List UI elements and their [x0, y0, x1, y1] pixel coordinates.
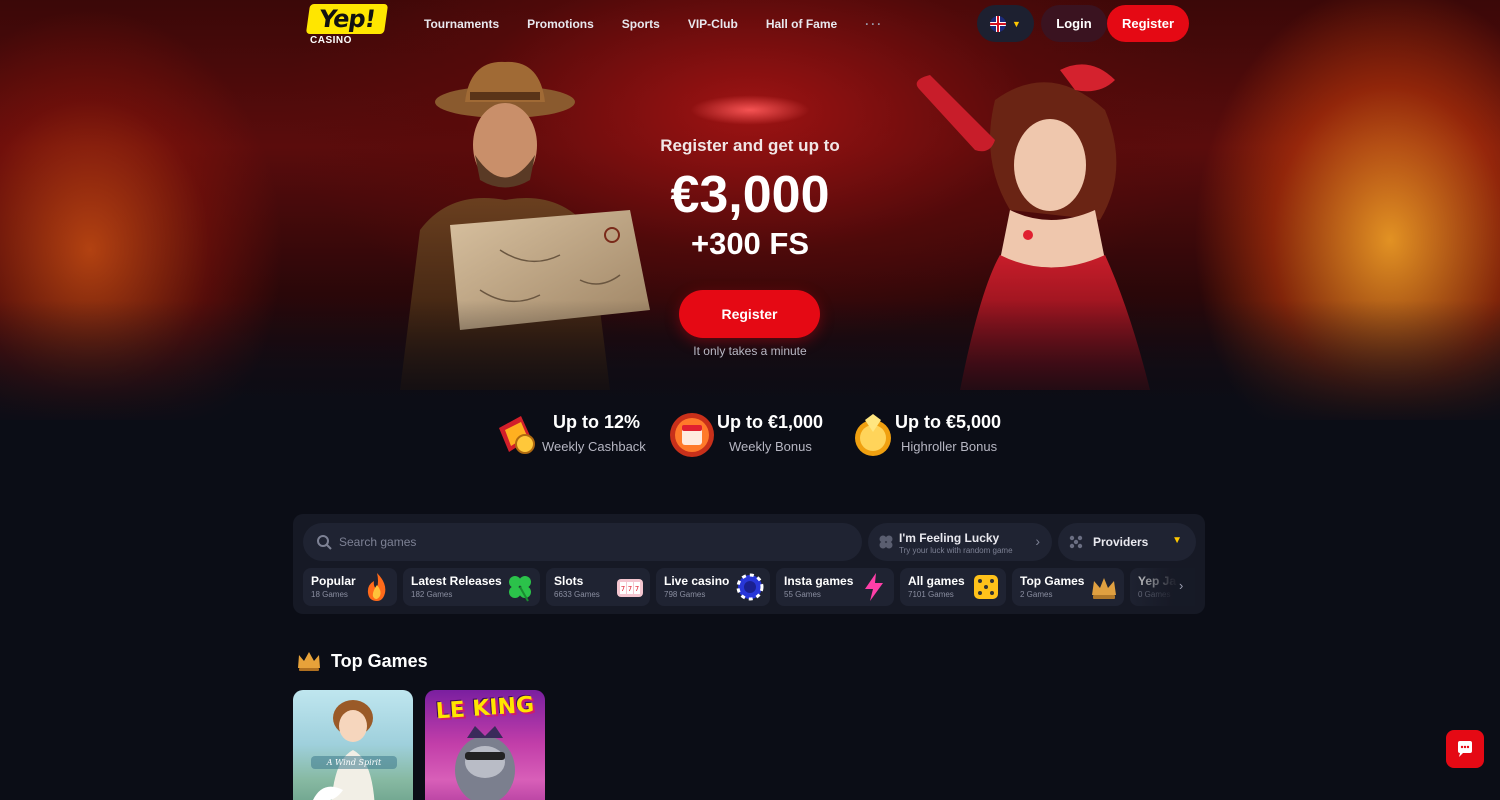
- category-latest-releases[interactable]: Latest Releases 182 Games: [403, 568, 540, 606]
- category-label: Latest Releases: [411, 574, 502, 588]
- gem-coin-icon: [855, 414, 891, 456]
- lightning-icon: [865, 573, 883, 601]
- nav-more-icon[interactable]: ···: [865, 16, 883, 32]
- language-selector[interactable]: ▼: [977, 5, 1034, 42]
- category-live-casino[interactable]: Live casino 798 Games: [656, 568, 770, 606]
- clover-icon: [509, 576, 531, 602]
- category-label: Insta games: [784, 574, 854, 588]
- calendar-bonus-icon: [670, 413, 714, 457]
- category-count: 2 Games: [1020, 590, 1053, 599]
- svg-text:7: 7: [635, 585, 639, 593]
- live-chat-button[interactable]: [1446, 730, 1484, 768]
- top-header: Yep! CASINO Tournaments Promotions Sport…: [0, 0, 1500, 48]
- category-count: 798 Games: [664, 590, 706, 599]
- feeling-lucky-title: I'm Feeling Lucky: [899, 531, 1000, 545]
- category-count: 18 Games: [311, 590, 348, 599]
- hero-subtitle: Register and get up to: [660, 136, 840, 155]
- nav-sports[interactable]: Sports: [622, 16, 660, 32]
- crown-icon: [1092, 578, 1116, 599]
- benefit-weekly-bonus-subtitle: Weekly Bonus: [729, 439, 812, 454]
- wind-spirit-artwork: [313, 700, 375, 800]
- search-input[interactable]: [339, 523, 839, 561]
- benefit-cashback-title: Up to 12%: [553, 412, 641, 432]
- category-label: Top Games: [1020, 574, 1085, 588]
- header-register-button[interactable]: Register: [1107, 5, 1189, 42]
- category-insta-games[interactable]: Insta games 55 Games: [776, 568, 894, 606]
- category-count: 6633 Games: [554, 590, 600, 599]
- category-label: Yep Ja: [1138, 574, 1177, 588]
- svg-text:7: 7: [628, 585, 632, 593]
- category-count: 182 Games: [411, 590, 453, 599]
- providers-grid-icon: [1069, 535, 1083, 549]
- nav-hall-of-fame[interactable]: Hall of Fame: [766, 16, 837, 32]
- chevron-right-icon[interactable]: ›: [1179, 578, 1183, 593]
- category-all-games[interactable]: All games 7101 Games: [900, 568, 1006, 606]
- feeling-lucky-button[interactable]: I'm Feeling Lucky Try your luck with ran…: [868, 523, 1052, 561]
- category-top-games[interactable]: Top Games 2 Games: [1012, 568, 1124, 606]
- benefit-cashback: Up to 12% Weekly Cashback: [491, 408, 651, 464]
- hero-free-spins: +300 FS: [690, 226, 810, 261]
- nav-tournaments[interactable]: Tournaments: [424, 16, 499, 32]
- hero-register-button[interactable]: Register: [679, 290, 820, 338]
- hero-bonus-amount: €3,000: [670, 166, 830, 224]
- benefit-highroller: Up to €5,000 Highroller Bonus: [847, 408, 1017, 464]
- crown-icon: [298, 652, 320, 671]
- fire-icon: [367, 573, 386, 601]
- providers-dropdown[interactable]: Providers ▼: [1058, 523, 1196, 561]
- logo-subtitle: CASINO: [310, 35, 352, 46]
- category-count: 7101 Games: [908, 590, 954, 599]
- category-label: Slots: [554, 574, 584, 588]
- chevron-down-icon: ▼: [1012, 18, 1021, 29]
- chevron-right-icon: ›: [1035, 533, 1040, 549]
- main-nav: Tournaments Promotions Sports VIP-Club H…: [424, 16, 911, 32]
- search-icon: [317, 535, 332, 550]
- site-logo[interactable]: Yep! CASINO: [305, 4, 389, 46]
- game-tile-le-king[interactable]: LE KING: [425, 690, 545, 800]
- feeling-lucky-subtitle: Try your luck with random game: [899, 546, 1013, 555]
- hero-lamp-glow: [690, 95, 810, 125]
- category-label: All games: [908, 574, 965, 588]
- games-panel: I'm Feeling Lucky Try your luck with ran…: [293, 514, 1205, 614]
- logo-badge: Yep!: [305, 4, 389, 34]
- dice-icon: [974, 575, 998, 599]
- benefit-highroller-subtitle: Highroller Bonus: [901, 439, 998, 454]
- nav-promotions[interactable]: Promotions: [527, 16, 594, 32]
- hero-note: It only takes a minute: [693, 344, 807, 358]
- category-tabs: Popular 18 Games Latest Releases 182 Gam…: [303, 568, 1195, 606]
- benefit-highroller-title: Up to €5,000: [895, 412, 1002, 432]
- category-label: Popular: [311, 574, 356, 588]
- providers-label: Providers: [1093, 535, 1149, 549]
- game-tile-wind-spirit[interactable]: A Wind Spirit: [293, 690, 413, 800]
- category-slots[interactable]: Slots 6633 Games 7 7 7: [546, 568, 650, 606]
- benefit-cashback-subtitle: Weekly Cashback: [542, 439, 646, 454]
- cashback-icon: [499, 416, 535, 454]
- casino-chip-icon: [736, 573, 764, 601]
- clover-icon: [879, 535, 893, 549]
- svg-text:7: 7: [621, 585, 625, 593]
- chevron-down-icon: ▼: [1172, 535, 1182, 546]
- login-button[interactable]: Login: [1041, 5, 1107, 42]
- chat-bubble-icon: [1458, 741, 1472, 757]
- slot-reels-icon: 7 7 7: [617, 579, 643, 597]
- category-count: 0 Games: [1138, 590, 1171, 599]
- benefit-weekly-bonus-title: Up to €1,000: [717, 412, 824, 432]
- benefit-weekly-bonus: Up to €1,000 Weekly Bonus: [667, 408, 827, 464]
- category-popular[interactable]: Popular 18 Games: [303, 568, 397, 606]
- top-games-title: Top Games: [331, 651, 428, 671]
- category-count: 55 Games: [784, 590, 821, 599]
- game-tile-caption: A Wind Spirit: [311, 756, 397, 769]
- uk-flag-icon: [990, 15, 1007, 32]
- category-yep-jackpot[interactable]: Yep Ja 0 Games: [1130, 568, 1195, 606]
- nav-vip-club[interactable]: VIP-Club: [688, 16, 738, 32]
- category-label: Live casino: [664, 574, 730, 588]
- search-box[interactable]: [303, 523, 862, 561]
